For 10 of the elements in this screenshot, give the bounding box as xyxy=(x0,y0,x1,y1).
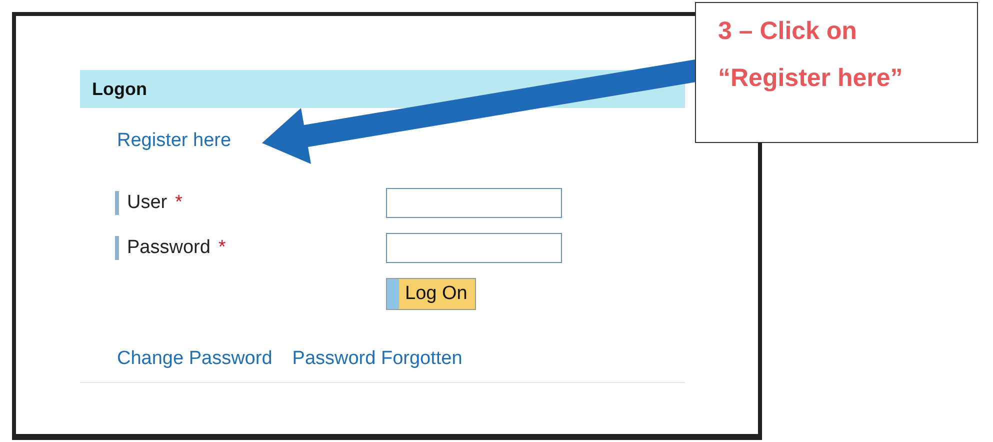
footer-link[interactable]: Password Forgotten xyxy=(292,348,462,370)
input-field[interactable] xyxy=(386,233,562,263)
register-link[interactable]: Register here xyxy=(117,130,232,151)
field-label: Password * xyxy=(115,236,386,260)
log-on-button[interactable]: Log On xyxy=(386,278,476,310)
callout-text: “Register here” xyxy=(718,64,904,93)
footer-link[interactable]: Change Password xyxy=(117,348,272,370)
input-field[interactable] xyxy=(386,188,562,218)
callout-text: 3 – Click on xyxy=(718,17,858,46)
field-label: User * xyxy=(115,191,386,215)
